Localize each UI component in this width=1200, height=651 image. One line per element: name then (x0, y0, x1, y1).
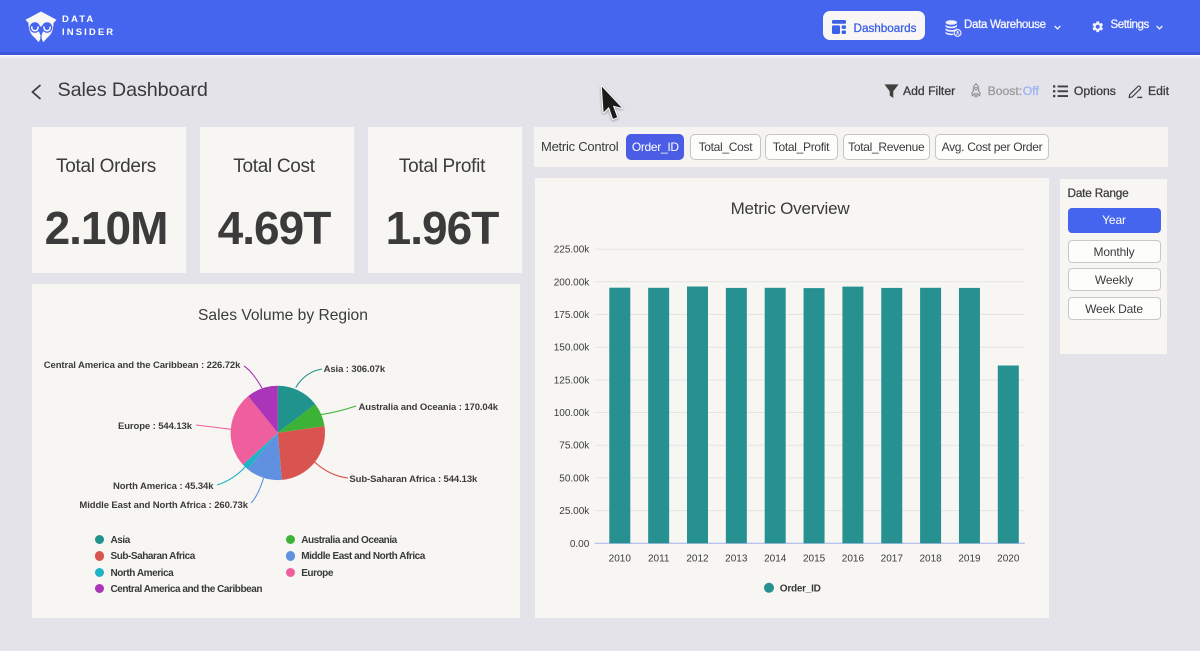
svg-text:225.00k: 225.00k (553, 244, 590, 255)
svg-text:2017: 2017 (880, 553, 903, 564)
svg-text:125.00k: 125.00k (553, 375, 590, 386)
svg-text:150.00k: 150.00k (553, 342, 590, 353)
svg-text:2010: 2010 (608, 553, 631, 564)
svg-text:2015: 2015 (803, 553, 826, 564)
svg-text:2016: 2016 (841, 553, 864, 564)
svg-text:175.00k: 175.00k (553, 310, 590, 321)
svg-text:200.00k: 200.00k (553, 277, 590, 288)
svg-text:2019: 2019 (958, 553, 981, 564)
svg-text:75.00k: 75.00k (559, 440, 590, 451)
svg-text:2013: 2013 (725, 553, 748, 564)
svg-text:50.00k: 50.00k (559, 473, 590, 484)
svg-text:2020: 2020 (997, 553, 1020, 564)
svg-text:25.00k: 25.00k (559, 506, 590, 517)
svg-text:2011: 2011 (648, 553, 670, 564)
svg-text:2014: 2014 (764, 553, 787, 564)
svg-text:Order_ID: Order_ID (779, 583, 820, 594)
svg-text:2012: 2012 (686, 553, 709, 564)
svg-text:0.00: 0.00 (570, 538, 590, 549)
svg-text:2018: 2018 (919, 553, 942, 564)
svg-text:100.00k: 100.00k (553, 408, 590, 419)
